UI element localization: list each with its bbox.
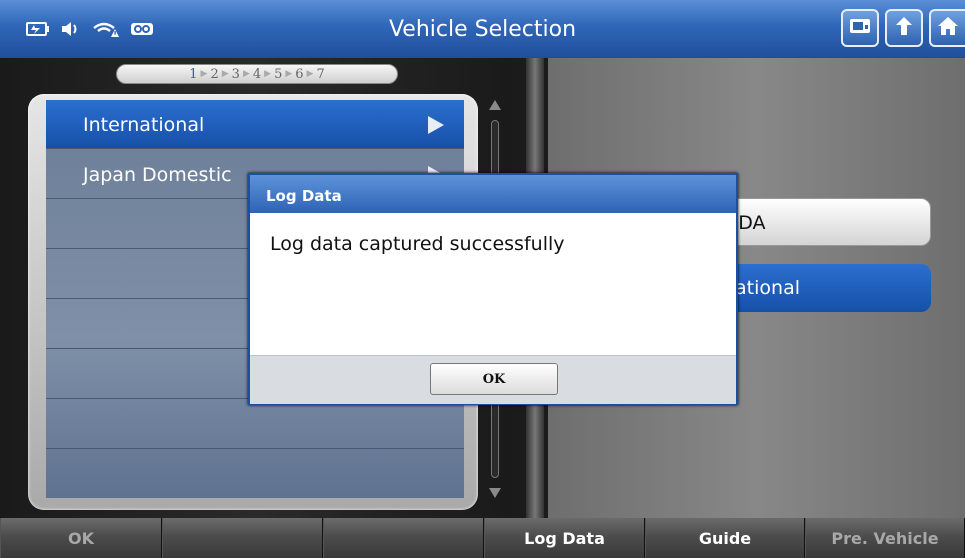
bottom-toolbar: OK Log Data Guide Pre. Vehicle — [0, 518, 965, 558]
previous-vehicle-button[interactable]: Pre. Vehicle — [805, 518, 965, 558]
step-5[interactable]: 5 — [274, 67, 282, 82]
step-arrow-icon: ▶ — [306, 69, 314, 79]
back-button[interactable] — [885, 9, 923, 47]
step-arrow-icon: ▶ — [264, 69, 272, 79]
dialog-title: Log Data — [266, 187, 342, 205]
step-indicator: 1 ▶ 2 ▶ 3 ▶ 4 ▶ 5 ▶ 6 ▶ 7 — [116, 64, 398, 84]
list-item-international[interactable]: International — [46, 100, 464, 149]
step-2[interactable]: 2 — [210, 67, 218, 82]
empty-toolbar-button — [323, 518, 484, 558]
log-data-button[interactable]: Log Data — [484, 518, 645, 558]
back-icon — [893, 15, 915, 41]
step-6[interactable]: 6 — [295, 67, 303, 82]
step-arrow-icon: ▶ — [200, 69, 208, 79]
list-item-label: International — [83, 114, 205, 136]
option-international[interactable]: national — [711, 264, 931, 312]
step-1[interactable]: 1 — [189, 67, 197, 82]
list-item-empty — [46, 400, 464, 449]
list-item-empty — [46, 450, 464, 498]
dialog-message: Log data captured successfully — [270, 233, 565, 255]
home-icon — [937, 15, 959, 41]
page-title: Vehicle Selection — [388, 17, 577, 42]
dialog-title-bar: Log Data — [250, 175, 736, 213]
step-arrow-icon: ▶ — [285, 69, 293, 79]
screenshot-button[interactable] — [841, 9, 879, 47]
screenshot-icon — [848, 16, 872, 40]
scroll-up-icon[interactable] — [489, 100, 501, 110]
ok-button[interactable]: OK — [430, 363, 558, 395]
step-arrow-icon: ▶ — [221, 69, 229, 79]
dialog-footer: OK — [250, 355, 736, 404]
home-button[interactable] — [929, 9, 965, 47]
title-bar: Vehicle Selection — [0, 0, 965, 59]
list-item-label: Japan Domestic — [83, 164, 232, 186]
step-arrow-icon: ▶ — [242, 69, 250, 79]
chevron-right-icon — [428, 116, 444, 134]
step-7[interactable]: 7 — [316, 67, 324, 82]
ok-toolbar-button[interactable]: OK — [0, 518, 162, 558]
step-4[interactable]: 4 — [253, 67, 261, 82]
option-honda[interactable]: NDA — [711, 198, 931, 246]
log-data-dialog: Log Data Log data captured successfully … — [248, 173, 738, 405]
scroll-down-icon[interactable] — [489, 488, 501, 498]
guide-button[interactable]: Guide — [645, 518, 805, 558]
step-3[interactable]: 3 — [232, 67, 240, 82]
empty-toolbar-button — [162, 518, 323, 558]
